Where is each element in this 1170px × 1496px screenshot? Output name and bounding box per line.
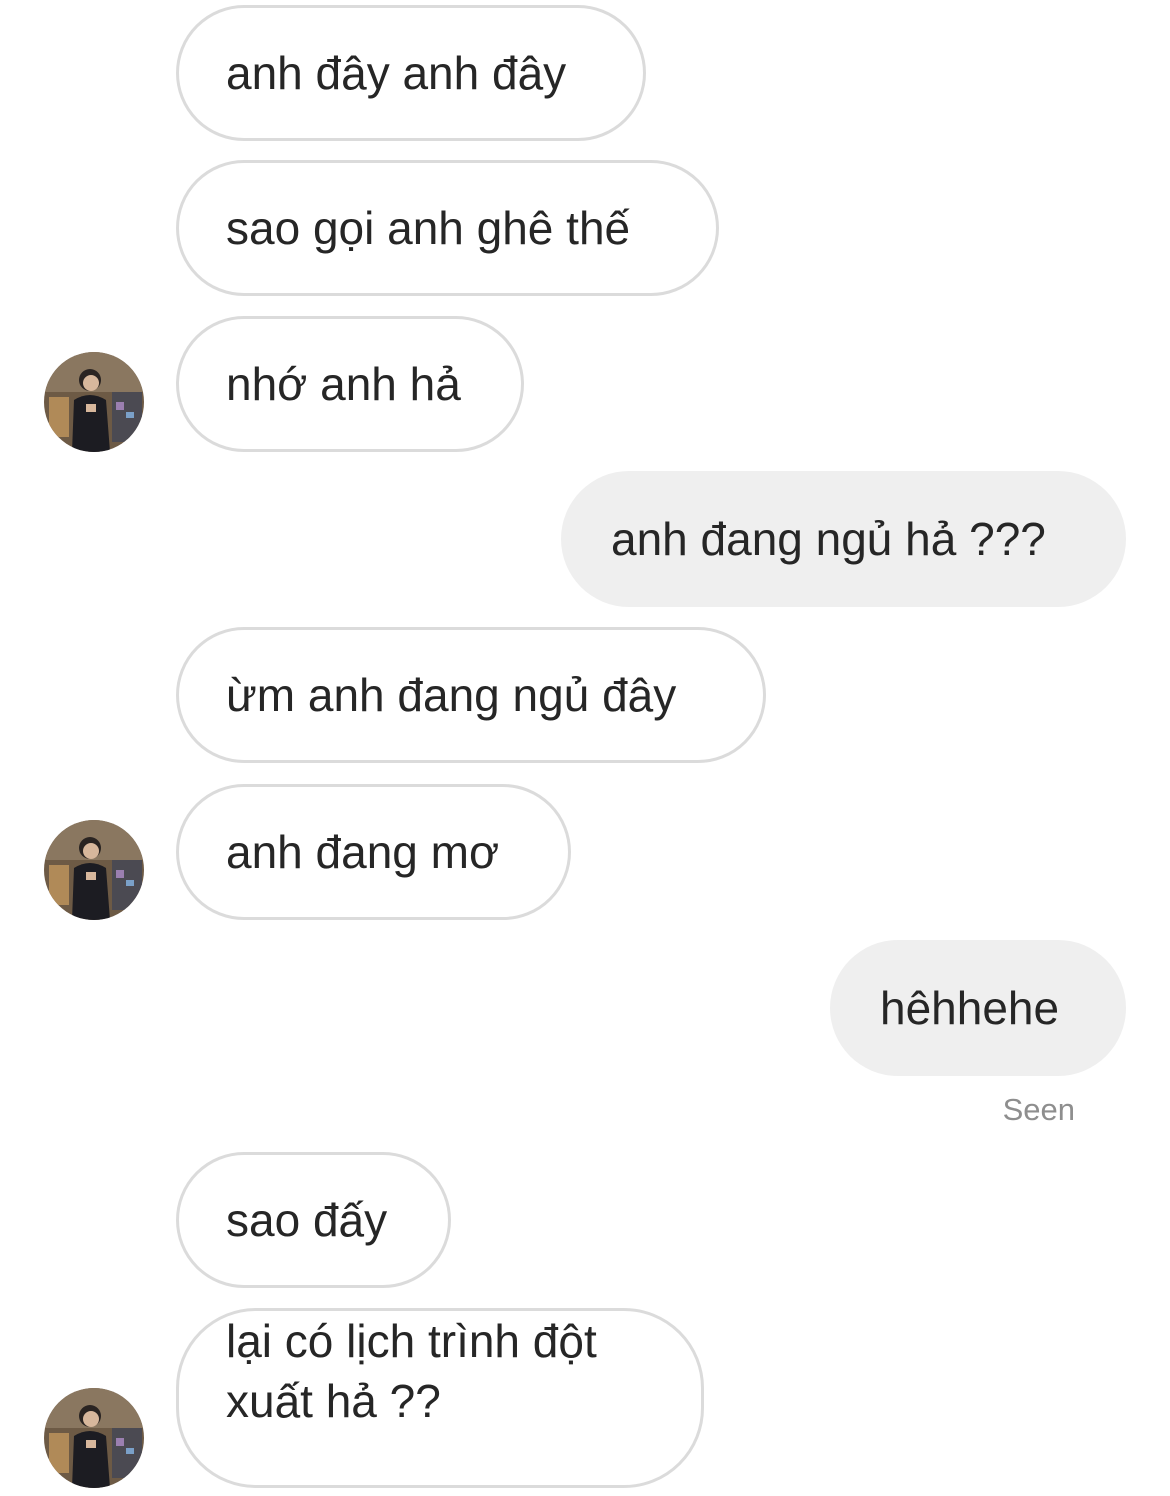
message-bubble-incoming[interactable]: anh đang mơ bbox=[176, 784, 571, 920]
message-bubble-outgoing[interactable]: anh đang ngủ hả ??? bbox=[561, 471, 1126, 607]
contact-avatar[interactable] bbox=[44, 820, 144, 920]
avatar-photo-icon bbox=[44, 352, 144, 452]
message-bubble-incoming[interactable]: nhớ anh hả bbox=[176, 316, 524, 452]
message-text: hêhhehe bbox=[880, 982, 1060, 1034]
message-bubble-incoming[interactable]: ừm anh đang ngủ đây bbox=[176, 627, 766, 763]
message-text: ừm anh đang ngủ đây bbox=[226, 669, 677, 721]
message-bubble-incoming[interactable]: lại có lịch trình đột xuất hả ?? bbox=[176, 1308, 704, 1488]
message-bubble-outgoing[interactable]: hêhhehe bbox=[830, 940, 1126, 1076]
message-text: nhớ anh hả bbox=[226, 358, 461, 410]
message-bubble-incoming[interactable]: sao đấy bbox=[176, 1152, 451, 1288]
message-text-line: lại có lịch trình đột bbox=[226, 1315, 597, 1367]
contact-avatar[interactable] bbox=[44, 352, 144, 452]
message-text: anh đây anh đây bbox=[226, 47, 567, 99]
message-text: sao gọi anh ghê thế bbox=[226, 202, 631, 254]
message-text: anh đang ngủ hả ??? bbox=[611, 513, 1046, 565]
contact-avatar[interactable] bbox=[44, 1388, 144, 1488]
message-bubble-incoming[interactable]: sao gọi anh ghê thế bbox=[176, 160, 719, 296]
message-text-line: xuất hả ?? bbox=[226, 1375, 441, 1427]
avatar-photo-icon bbox=[44, 820, 144, 920]
seen-status: Seen bbox=[1002, 1092, 1075, 1127]
message-text: sao đấy bbox=[226, 1194, 388, 1246]
message-text: anh đang mơ bbox=[226, 826, 500, 878]
avatar-photo-icon bbox=[44, 1388, 144, 1488]
message-bubble-incoming[interactable]: anh đây anh đây bbox=[176, 5, 646, 141]
